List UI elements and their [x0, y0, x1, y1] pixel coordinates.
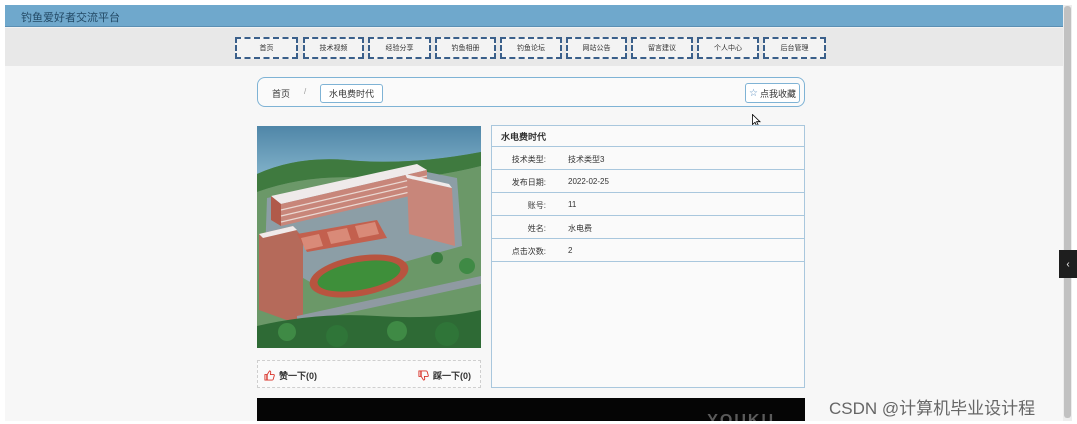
nav-experience-share[interactable]: 经验分享 — [368, 37, 431, 59]
detail-row-click-count: 点击次数: 2 — [492, 239, 804, 262]
thumbs-up-icon — [264, 370, 275, 381]
detail-row-account: 账号: 11 — [492, 193, 804, 216]
vertical-scrollbar[interactable] — [1063, 5, 1072, 421]
detail-row-name: 姓名: 水电费 — [492, 216, 804, 239]
detail-key: 点击次数: — [511, 247, 546, 256]
detail-value: 水电费 — [568, 224, 592, 233]
star-icon: ☆ — [749, 87, 758, 99]
scrollbar-thumb[interactable] — [1064, 6, 1071, 418]
watermark: CSDN @计算机毕业设计程 — [829, 399, 1036, 418]
browser-viewport: 钓鱼爱好者交流平台 首页 技术视频 经验分享 钓鱼相册 钓鱼论坛 网站公告 留言… — [5, 5, 1063, 421]
nav-tech-videos[interactable]: 技术视频 — [303, 37, 364, 59]
detail-title: 水电费时代 — [492, 126, 804, 147]
detail-key: 账号: — [527, 201, 546, 210]
site-title: 钓鱼爱好者交流平台 — [21, 12, 120, 24]
main-nav: 首页 技术视频 经验分享 钓鱼相册 钓鱼论坛 网站公告 留言建议 个人中心 后台… — [5, 28, 1063, 66]
detail-value: 技术类型3 — [568, 155, 605, 164]
favorite-label: 点我收藏 — [759, 88, 796, 99]
nav-announcements[interactable]: 网站公告 — [566, 37, 627, 59]
detail-row-tech-type: 技术类型: 技术类型3 — [492, 147, 804, 170]
detail-key: 姓名: — [527, 224, 546, 233]
collapse-handle[interactable]: ‹ — [1059, 250, 1077, 278]
detail-value: 2022-02-25 — [568, 177, 609, 186]
breadcrumb-current: 水电费时代 — [320, 84, 384, 103]
like-button[interactable]: 赞一下(0) — [264, 369, 317, 382]
detail-row-publish-date: 发布日期: 2022-02-25 — [492, 170, 804, 193]
dislike-button[interactable]: 踩一下(0) — [418, 369, 471, 382]
thumbs-down-icon — [418, 370, 429, 381]
nav-admin[interactable]: 后台管理 — [763, 37, 826, 59]
detail-panel: 水电费时代 技术类型: 技术类型3 发布日期: 2022-02-25 账号: 1… — [491, 125, 805, 388]
like-label: 赞一下(0) — [279, 371, 317, 381]
vote-bar: 赞一下(0) 踩一下(0) — [257, 360, 481, 388]
nav-home[interactable]: 首页 — [235, 37, 298, 59]
detail-value: 11 — [568, 200, 577, 209]
nav-fishing-album[interactable]: 钓鱼相册 — [435, 37, 496, 59]
detail-value: 2 — [568, 246, 573, 255]
youku-logo: YOUKU — [707, 412, 775, 421]
nav-fishing-forum[interactable]: 钓鱼论坛 — [500, 37, 562, 59]
favorite-button[interactable]: ☆ 点我收藏 — [745, 83, 800, 103]
page-content: 首页 / 水电费时代 ☆ 点我收藏 赞一下(0) 踩一下(0) 水电费时代 技术… — [5, 66, 1063, 421]
article-image — [257, 126, 481, 348]
breadcrumb-home-link[interactable]: 首页 — [272, 87, 290, 100]
nav-feedback[interactable]: 留言建议 — [631, 37, 693, 59]
detail-key: 发布日期: — [511, 178, 546, 187]
chevron-left-icon: ‹ — [1066, 258, 1070, 270]
dislike-label: 踩一下(0) — [433, 371, 471, 381]
breadcrumb: 首页 / 水电费时代 ☆ 点我收藏 — [257, 77, 805, 107]
breadcrumb-separator: / — [304, 87, 307, 96]
nav-personal-center[interactable]: 个人中心 — [697, 37, 759, 59]
video-player[interactable]: YOUKU — [257, 398, 805, 421]
site-header: 钓鱼爱好者交流平台 — [5, 5, 1063, 27]
detail-key: 技术类型: — [511, 155, 546, 164]
